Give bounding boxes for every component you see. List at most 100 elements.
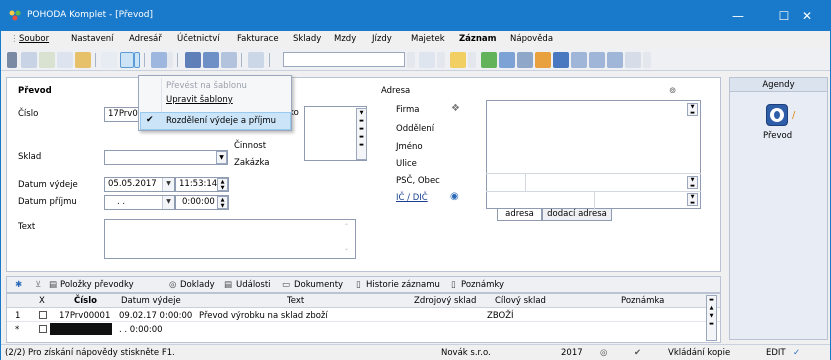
cas-vydeje-spinner-icon[interactable]: ▲ ▼ <box>217 178 228 191</box>
preview-icon[interactable] <box>57 52 73 68</box>
minimize-button[interactable]: — <box>715 1 761 31</box>
search-dropdown-icon[interactable] <box>407 52 415 68</box>
sklad-field[interactable] <box>104 150 228 165</box>
toolbar-search-input[interactable] <box>283 52 405 67</box>
menu-fakturace[interactable]: Fakturace <box>237 34 279 44</box>
users-icon[interactable] <box>535 52 551 68</box>
settings-dropdown-icon[interactable] <box>643 52 651 68</box>
green-tool-icon[interactable] <box>481 52 497 68</box>
address-book-icon[interactable]: ❖ <box>451 103 460 114</box>
dic-dropdown-icon[interactable]: ▼ ▬ <box>687 193 698 206</box>
grid-scrollbar[interactable]: ▬ ▲ ▼ ▬ <box>706 295 717 341</box>
tab-poznamky[interactable]: Poznámky <box>461 280 504 290</box>
table-row[interactable] <box>7 308 720 322</box>
back-icon[interactable] <box>151 52 167 68</box>
filter-clear-icon[interactable] <box>437 52 445 68</box>
cas-prijmu-spinner-icon[interactable]: ▲ ▼ <box>217 196 228 209</box>
dokumenty-icon: ▭ <box>282 280 291 290</box>
tab-historie-zaznamu[interactable]: Historie záznamu <box>366 280 440 290</box>
obec-dropdown-icon[interactable]: ▼ ▬ <box>687 176 698 189</box>
menu-item-rozdeleni-vydeje-a-prijmu[interactable]: Rozdělení výdeje a příjmu <box>166 116 276 126</box>
template-dropdown-arrow-icon[interactable] <box>134 52 140 68</box>
filter-icon[interactable] <box>419 52 435 68</box>
menu-adresar[interactable]: Adresář <box>129 34 162 44</box>
iban-icon[interactable] <box>553 52 569 68</box>
col-text[interactable]: Text <box>287 296 304 306</box>
row-checkbox[interactable] <box>39 311 47 319</box>
col-cilovy-sklad[interactable]: Cílový sklad <box>495 296 546 306</box>
row-datum: . . 0:00:00 <box>119 325 163 335</box>
list-scroll-icon[interactable]: ▼ ▬ ▬ ▬ ▬ <box>356 108 367 160</box>
datum-prijmu-dropdown-icon[interactable]: ▼ <box>162 196 174 209</box>
toolbar-icon-list[interactable] <box>248 52 264 68</box>
list-view-icon[interactable] <box>571 52 587 68</box>
row-checkbox[interactable] <box>39 325 47 333</box>
sklad-dropdown-icon[interactable]: ▼ <box>216 151 227 164</box>
table-icon[interactable] <box>517 52 533 68</box>
address-settings-icon[interactable]: ⊚ <box>669 86 676 96</box>
grid-icon[interactable] <box>499 52 515 68</box>
menu-nastaveni[interactable]: Nastavení <box>71 34 114 44</box>
menu-sklady[interactable]: Sklady <box>293 34 321 44</box>
close-button[interactable]: ✕ <box>784 1 830 31</box>
tab-doklady[interactable]: Doklady <box>180 280 215 290</box>
text-scroll-down-icon[interactable]: ⌄ <box>344 245 349 252</box>
table-row-new[interactable] <box>7 322 720 336</box>
menu-zaznam[interactable]: Záznam <box>459 34 497 44</box>
text-field[interactable] <box>104 219 356 259</box>
menu-mzdy[interactable]: Mzdy <box>334 34 356 44</box>
menu-soubor[interactable]: Soubor <box>19 34 49 44</box>
tab-adresa[interactable]: adresa <box>497 209 542 221</box>
tab-dokumenty[interactable]: Dokumenty <box>294 280 343 290</box>
back-dropdown-icon[interactable] <box>167 52 173 68</box>
tab-polozky-prevodky[interactable]: Položky převodky <box>60 280 134 290</box>
col-datum-vydeje[interactable]: Datum výdeje <box>121 296 181 306</box>
text-scroll-up-icon[interactable]: ⌃ <box>344 223 349 230</box>
ic-dic-link[interactable]: IČ / DIČ <box>396 193 428 203</box>
report-icon[interactable] <box>75 52 91 68</box>
menu-jizdy[interactable]: Jízdy <box>372 34 392 44</box>
template-icon[interactable] <box>120 52 134 68</box>
cislo-edit-cell[interactable] <box>50 323 112 335</box>
polozky-icon: ▤ <box>49 280 58 290</box>
tabs-star-icon[interactable]: ✱ <box>15 280 22 290</box>
list-view-2-icon[interactable] <box>589 52 605 68</box>
tab-dodaci-adresa[interactable]: dodací adresa <box>542 209 612 221</box>
tab-adresa-label: adresa <box>505 209 534 219</box>
datum-prijmu-value: . . <box>117 197 126 207</box>
menu-item-upravit-sablony[interactable]: Upravit šablony <box>166 95 233 105</box>
menu-item-prevest-na-sablonu[interactable]: Převést na šablonu <box>166 81 247 91</box>
poznamky-icon: ▯ <box>451 280 456 290</box>
list-view-3-icon[interactable] <box>607 52 623 68</box>
prevod-agenda-icon[interactable] <box>766 104 788 126</box>
template-context-menu: Převést na šablonu Upravit šablony ✔ Roz… <box>138 75 292 131</box>
cinnost-label: Činnost <box>234 141 267 151</box>
menu-ucetnictvi[interactable]: Účetnictví <box>177 34 220 44</box>
menu-napoveda[interactable]: Nápověda <box>510 34 553 44</box>
tabs-filter-icon[interactable]: ⊻ <box>35 280 41 290</box>
firma-dropdown-icon[interactable]: ▼ ▬ <box>687 103 698 116</box>
menu-majetek[interactable]: Majetek <box>411 34 445 44</box>
print-icon[interactable] <box>39 52 55 68</box>
settings-tool-icon[interactable] <box>625 52 641 68</box>
ares-globe-icon[interactable]: ◉ <box>450 191 459 202</box>
save-as-icon[interactable] <box>203 52 219 68</box>
folder-dropdown-icon[interactable] <box>468 52 476 68</box>
row-cil: ZBOŽÍ <box>487 311 514 321</box>
cislo-field[interactable]: 17Prv00 <box>104 107 140 122</box>
col-x[interactable]: X <box>39 296 45 306</box>
save-icon[interactable] <box>185 52 201 68</box>
toolbar-icon-1[interactable] <box>21 52 37 68</box>
toolbar-grip-icon <box>7 52 17 68</box>
tab-udalosti[interactable]: Události <box>236 280 271 290</box>
col-cislo[interactable]: Číslo <box>74 296 97 306</box>
folder-icon[interactable] <box>450 52 466 68</box>
col-poznamka[interactable]: Poznámka <box>621 296 664 306</box>
datum-vydeje-dropdown-icon[interactable]: ▼ <box>162 178 174 191</box>
copy-icon[interactable] <box>101 52 117 68</box>
col-zdrojovy-sklad[interactable]: Zdrojový sklad <box>414 296 476 306</box>
toolbar-separator <box>144 53 145 67</box>
tab-dodaci-adresa-label: dodací adresa <box>547 209 607 219</box>
toolbar-icon-docs[interactable] <box>221 52 237 68</box>
prevod-agenda-label[interactable]: Převod <box>763 131 792 141</box>
